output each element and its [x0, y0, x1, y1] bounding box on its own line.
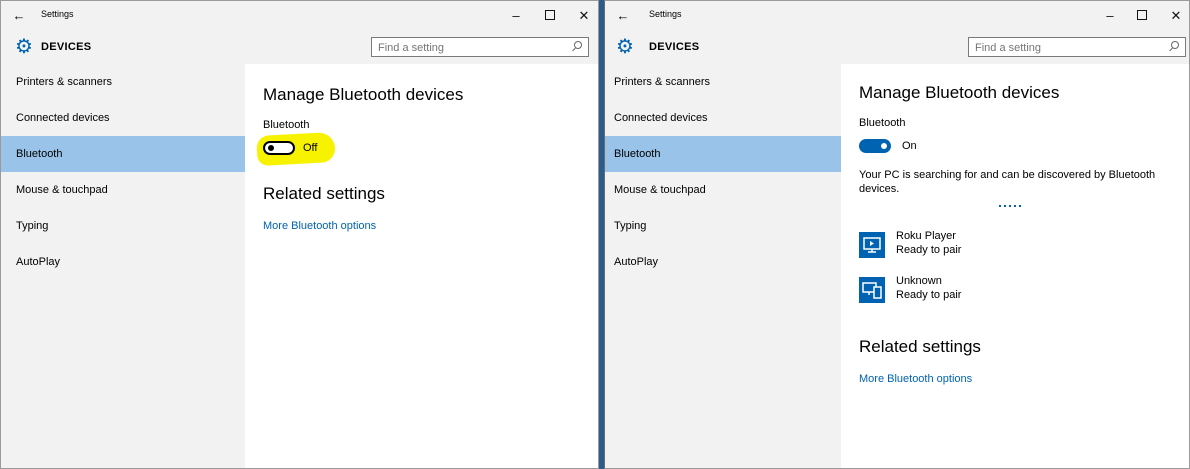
gear-icon: ⚙: [15, 36, 33, 58]
content-pane: Manage Bluetooth devices Bluetooth Off R…: [256, 64, 598, 468]
settings-window-left: ← Settings – ✕ ⚙ DEVICES Printers & scan…: [0, 0, 599, 469]
bluetooth-label: Bluetooth: [859, 117, 906, 129]
sidebar-item-connected-devices[interactable]: Connected devices: [1, 100, 245, 136]
back-arrow-icon[interactable]: ←: [611, 6, 635, 26]
back-arrow-icon[interactable]: ←: [7, 6, 31, 26]
device-status: Ready to pair: [896, 244, 962, 256]
minimize-icon[interactable]: –: [1099, 7, 1121, 25]
discovery-status-text: Your PC is searching for and can be disc…: [859, 169, 1156, 195]
window-title: Settings: [649, 9, 682, 19]
toggle-state-label: On: [902, 140, 917, 152]
sidebar-item-autoplay[interactable]: AutoPlay: [605, 244, 841, 280]
device-item-unknown[interactable]: Unknown Ready to pair: [859, 275, 1079, 313]
sidebar: Printers & scanners Connected devices Bl…: [605, 64, 841, 468]
bluetooth-toggle[interactable]: [859, 139, 891, 153]
page-title: DEVICES: [41, 41, 92, 53]
settings-window-right: ← Settings – ✕ ⚙ DEVICES Printers & scan…: [604, 0, 1190, 469]
close-icon[interactable]: ✕: [1165, 7, 1187, 25]
search-icon[interactable]: [571, 40, 583, 54]
searching-progress-dots: [999, 205, 1021, 207]
sidebar-item-bluetooth[interactable]: Bluetooth: [1, 136, 245, 172]
device-name: Unknown: [896, 275, 942, 287]
sidebar-item-typing[interactable]: Typing: [605, 208, 841, 244]
search-input[interactable]: [969, 39, 1173, 57]
sidebar-item-connected-devices[interactable]: Connected devices: [605, 100, 841, 136]
devices-icon: [859, 277, 885, 303]
search-input[interactable]: [372, 39, 576, 57]
related-settings-heading: Related settings: [263, 184, 385, 203]
header: ⚙ DEVICES: [1, 31, 598, 64]
search-icon[interactable]: [1168, 40, 1180, 54]
title-bar: ← Settings – ✕: [1, 1, 598, 31]
minimize-icon[interactable]: –: [505, 7, 527, 25]
section-heading: Manage Bluetooth devices: [859, 83, 1060, 102]
search-box[interactable]: [371, 37, 589, 57]
title-bar: ← Settings – ✕: [605, 1, 1189, 31]
sidebar-item-printers[interactable]: Printers & scanners: [605, 64, 841, 100]
toggle-state-label: Off: [303, 142, 318, 154]
device-name: Roku Player: [896, 230, 956, 242]
bluetooth-label: Bluetooth: [263, 119, 310, 131]
more-bluetooth-options-link[interactable]: More Bluetooth options: [263, 220, 376, 232]
sidebar-item-mouse[interactable]: Mouse & touchpad: [1, 172, 245, 208]
maximize-icon[interactable]: [1131, 7, 1153, 25]
sidebar: Printers & scanners Connected devices Bl…: [1, 64, 245, 468]
header: ⚙ DEVICES: [605, 31, 1189, 64]
related-settings-heading: Related settings: [859, 337, 981, 356]
device-item-roku[interactable]: Roku Player Ready to pair: [859, 230, 1079, 268]
window-title: Settings: [41, 9, 74, 19]
sidebar-item-mouse[interactable]: Mouse & touchpad: [605, 172, 841, 208]
section-heading: Manage Bluetooth devices: [263, 85, 464, 104]
sidebar-item-bluetooth[interactable]: Bluetooth: [605, 136, 841, 172]
content-pane: Manage Bluetooth devices Bluetooth On Yo…: [859, 64, 1189, 468]
sidebar-item-autoplay[interactable]: AutoPlay: [1, 244, 245, 280]
more-bluetooth-options-link[interactable]: More Bluetooth options: [859, 373, 972, 385]
device-status: Ready to pair: [896, 289, 962, 301]
sidebar-item-typing[interactable]: Typing: [1, 208, 245, 244]
search-box[interactable]: [968, 37, 1186, 57]
bluetooth-toggle[interactable]: [263, 141, 295, 155]
tv-icon: [859, 232, 885, 258]
gear-icon: ⚙: [616, 36, 634, 58]
page-title: DEVICES: [649, 41, 700, 53]
close-icon[interactable]: ✕: [573, 7, 595, 25]
sidebar-item-printers[interactable]: Printers & scanners: [1, 64, 245, 100]
maximize-icon[interactable]: [539, 7, 561, 25]
